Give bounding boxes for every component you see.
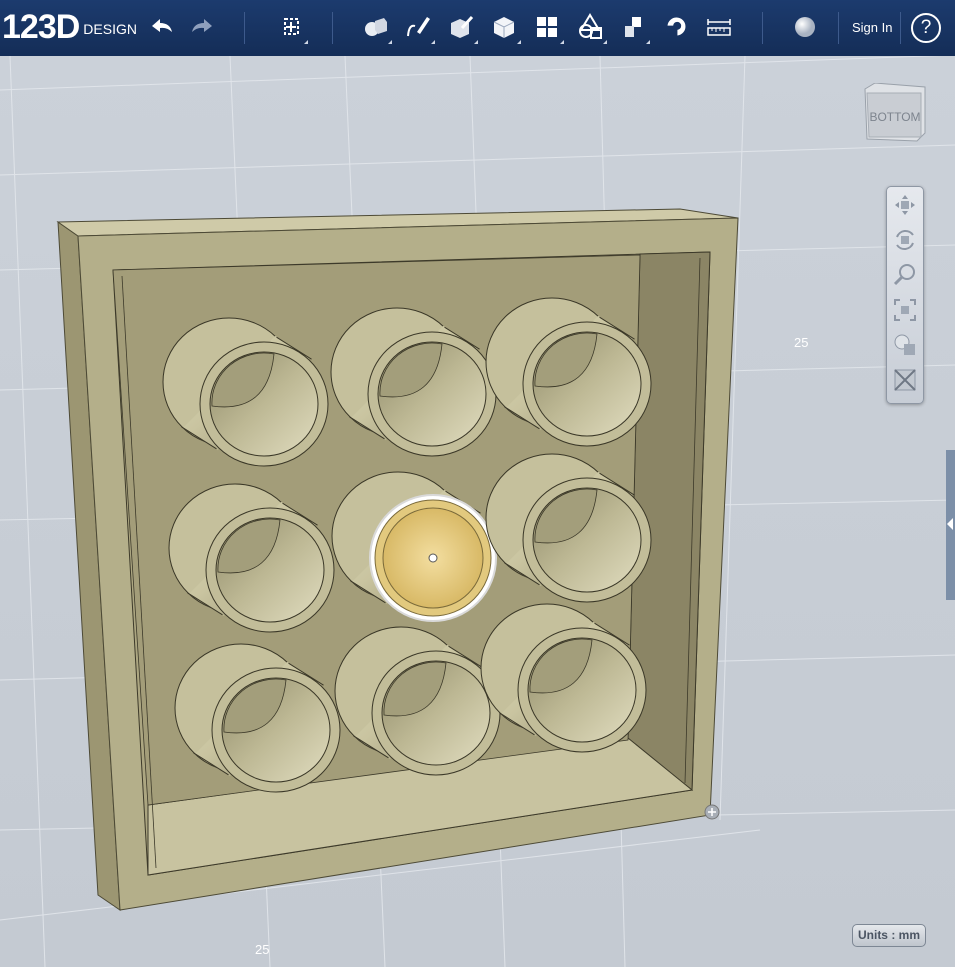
fit-icon <box>894 298 916 321</box>
modify-button[interactable] <box>485 8 523 46</box>
redo-icon <box>192 19 212 32</box>
3d-viewport[interactable]: 25 25 BOTTOM Units : mm <box>0 56 955 967</box>
measure-button[interactable] <box>700 8 738 46</box>
orbit-icon <box>896 229 914 250</box>
toolbar-separator <box>244 12 245 44</box>
measure-icon <box>707 19 731 36</box>
fit-button[interactable] <box>887 292 923 327</box>
material-button[interactable] <box>786 8 824 46</box>
units-button[interactable]: Units : mm <box>852 924 926 947</box>
view-style-icon <box>894 334 915 355</box>
toolbar-separator <box>332 12 333 44</box>
undo-icon <box>152 19 172 32</box>
sketch-icon <box>407 17 430 37</box>
pattern-button[interactable] <box>528 8 566 46</box>
transform-icon <box>284 18 299 35</box>
primitives-button[interactable] <box>356 8 394 46</box>
toolbar-separator <box>762 12 763 44</box>
visibility-button[interactable] <box>887 362 923 397</box>
combine-button[interactable] <box>614 8 652 46</box>
material-icon <box>795 17 815 37</box>
sign-in-link[interactable]: Sign In <box>852 20 892 35</box>
snap-button[interactable] <box>657 8 695 46</box>
primitives-icon <box>365 18 387 36</box>
zoom-button[interactable] <box>887 257 923 292</box>
view-style-button[interactable] <box>887 327 923 362</box>
pan-icon <box>895 194 915 215</box>
toolbar-separator <box>838 12 839 44</box>
snap-icon <box>667 17 686 36</box>
grid-dimension-label: 25 <box>794 335 809 350</box>
app-logo: 123D DESIGN <box>2 8 137 46</box>
visibility-icon <box>894 368 916 391</box>
orbit-button[interactable] <box>887 222 923 257</box>
transform-button[interactable] <box>272 8 310 46</box>
grouping-icon <box>579 13 602 39</box>
modify-icon <box>493 17 515 38</box>
side-panel-toggle[interactable] <box>946 450 955 600</box>
redo-button[interactable] <box>184 8 222 46</box>
viewcube-face-label: BOTTOM <box>869 110 920 124</box>
navigation-bar <box>886 186 924 404</box>
help-button[interactable]: ? <box>911 13 941 43</box>
undo-button[interactable] <box>142 8 180 46</box>
pattern-icon <box>537 17 557 37</box>
grouping-button[interactable] <box>571 8 609 46</box>
chevron-left-icon <box>947 518 953 530</box>
view-cube[interactable]: BOTTOM <box>861 82 927 145</box>
construct-icon <box>451 15 474 38</box>
pan-button[interactable] <box>887 187 923 222</box>
main-toolbar: 123D DESIGN Sign In ? <box>0 0 955 56</box>
sketch-button[interactable] <box>399 8 437 46</box>
construct-button[interactable] <box>442 8 480 46</box>
combine-icon <box>625 17 641 37</box>
zoom-icon <box>893 263 915 285</box>
toolbar-separator <box>900 12 901 44</box>
grid-dimension-label: 25 <box>255 942 270 957</box>
tubes-group[interactable] <box>162 297 652 793</box>
3d-scene[interactable] <box>0 56 955 967</box>
